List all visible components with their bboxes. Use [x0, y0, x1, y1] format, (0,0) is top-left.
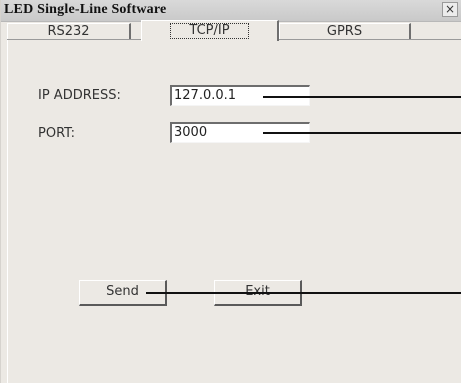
title-bar[interactable]: LED Single-Line Software ×	[1, 0, 461, 22]
tab-gprs[interactable]: GPRS	[279, 23, 411, 40]
port-value: 3000	[174, 125, 208, 140]
port-leader-line	[263, 132, 461, 134]
button-leader-line	[146, 292, 461, 294]
ip-address-label: IP ADDRESS:	[38, 88, 121, 103]
window-title: LED Single-Line Software	[4, 2, 167, 17]
tab-label: GPRS	[326, 24, 363, 39]
tab-tcpip[interactable]: TCP/IP	[141, 20, 279, 41]
port-label: PORT:	[38, 126, 76, 141]
send-button-label: Send	[106, 284, 139, 299]
tab-label: TCP/IP	[170, 23, 249, 39]
app-window: LED Single-Line Software × RS232 TCP/IP …	[0, 0, 461, 383]
ip-leader-line	[263, 96, 461, 98]
close-button[interactable]: ×	[442, 2, 458, 17]
ip-address-value: 127.0.0.1	[174, 88, 237, 103]
tab-label: RS232	[47, 24, 90, 39]
tab-rs232[interactable]: RS232	[7, 23, 131, 40]
close-icon: ×	[444, 2, 456, 16]
